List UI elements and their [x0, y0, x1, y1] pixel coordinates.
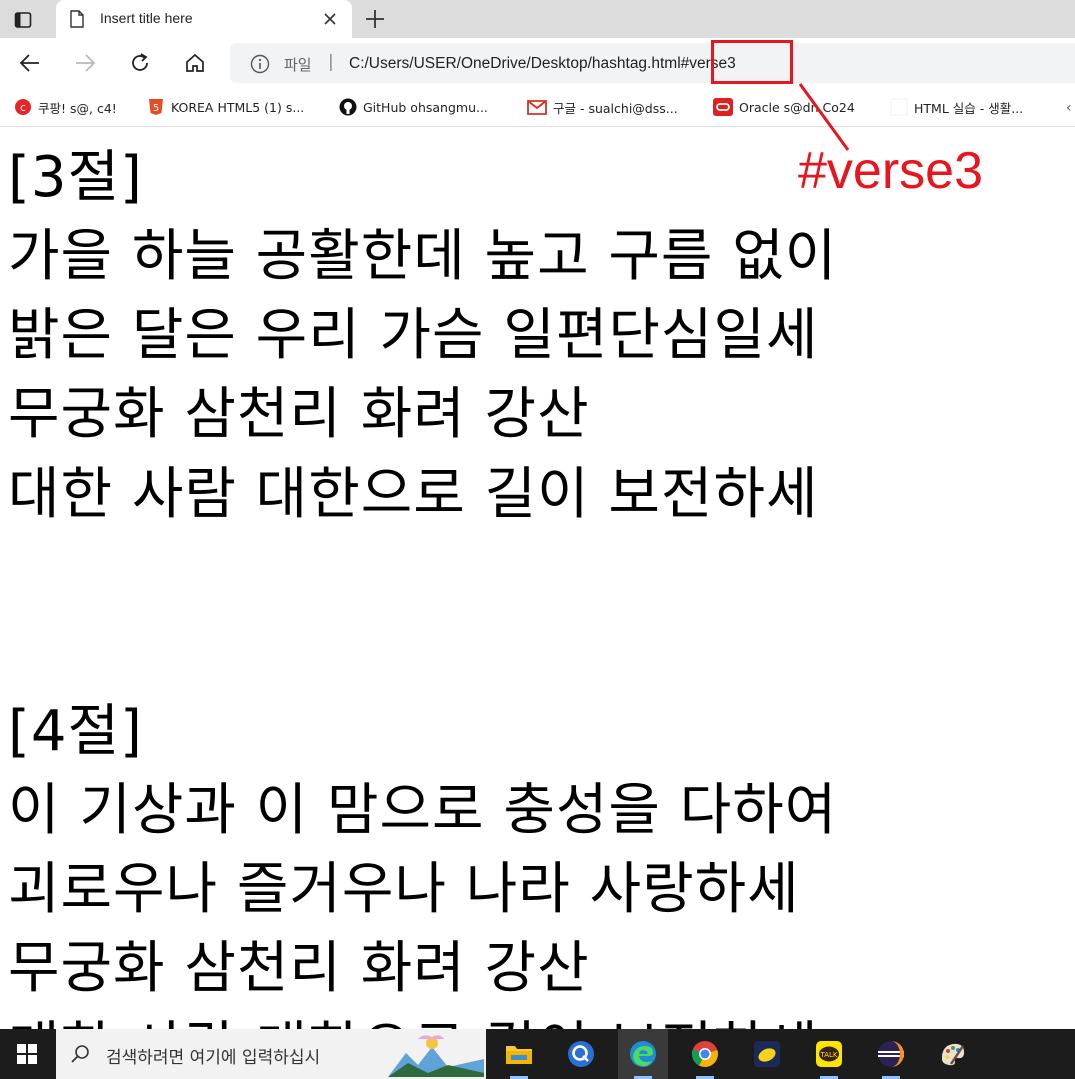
- taskbar-paint[interactable]: [928, 1029, 978, 1079]
- taskbar-q-app[interactable]: [556, 1029, 606, 1079]
- bookmark-coupang[interactable]: c 쿠팡! s@, c4!: [14, 96, 117, 118]
- taskbar-edge[interactable]: [618, 1029, 668, 1079]
- bookmark-gmail[interactable]: 구글 - sualchi@dss...: [527, 96, 678, 118]
- refresh-icon: [132, 53, 148, 71]
- address-bar[interactable]: 파일 | C:/Users/USER/OneDrive/Desktop/hash…: [230, 43, 1075, 83]
- paint-icon: [941, 1043, 965, 1066]
- new-tab-icon[interactable]: [364, 8, 386, 30]
- taskbar-file-explorer[interactable]: [494, 1029, 544, 1079]
- verse3-line-3: 무궁화 삼천리 화려 강산: [8, 382, 590, 447]
- verse3-line-1: 가을 하늘 공활한데 높고 구름 없이: [8, 224, 838, 289]
- html5-icon: 5: [149, 99, 163, 115]
- oracle-icon: [713, 98, 733, 116]
- refresh-button[interactable]: [127, 50, 153, 76]
- kakaotalk-icon: TALK: [816, 1041, 842, 1067]
- taskbar-kakaotalk[interactable]: TALK: [804, 1029, 854, 1079]
- verse4-line-4: 대한 사람 대한으로 길이 보전하세: [8, 1009, 818, 1030]
- blank-page-icon: [890, 98, 908, 116]
- windows-taskbar: 검색하려면 여기에 입력하십시 TALK: [0, 1029, 1075, 1079]
- home-button[interactable]: [182, 50, 208, 76]
- address-separator: |: [328, 52, 334, 72]
- start-button[interactable]: [0, 1029, 54, 1079]
- browser-tab[interactable]: Insert title here: [56, 0, 352, 38]
- page-content: [3절] 가을 하늘 공활한데 높고 구름 없이 밝은 달은 우리 가슴 일편단…: [8, 130, 1075, 1030]
- bookmark-html-practice[interactable]: HTML 실습 - 생활...: [890, 96, 1023, 118]
- taskbar-lemon-app[interactable]: [742, 1029, 792, 1079]
- back-arrow-icon: [19, 54, 39, 72]
- svg-text:5: 5: [153, 103, 159, 114]
- tab-strip: Insert title here: [0, 0, 1075, 38]
- search-placeholder: 검색하려면 여기에 입력하십시: [106, 1048, 321, 1068]
- eclipse-icon: [878, 1041, 904, 1067]
- taskbar-eclipse[interactable]: [866, 1029, 916, 1079]
- search-highlight-illustration-icon: [388, 1033, 484, 1077]
- gmail-icon: [527, 100, 547, 115]
- search-icon: [71, 1045, 89, 1063]
- q-app-icon: [568, 1041, 594, 1067]
- coupang-icon: c: [15, 99, 31, 115]
- verse3-line-4: 대한 사람 대한으로 길이 보전하세: [8, 462, 819, 527]
- info-icon[interactable]: [250, 54, 270, 74]
- windows-logo-icon: [17, 1044, 37, 1064]
- taskbar-chrome[interactable]: [680, 1029, 730, 1079]
- verse4-line-3: 무궁화 삼천리 화려 강산: [8, 936, 590, 1001]
- back-button[interactable]: [17, 50, 43, 76]
- verse3-line-2: 밝은 달은 우리 가슴 일편단심일세: [8, 303, 819, 368]
- kakaotalk-label: TALK: [819, 1051, 837, 1059]
- verse4-line-2: 괴로우나 즐거우나 나라 사랑하세: [8, 857, 800, 922]
- url-text[interactable]: C:/Users/USER/OneDrive/Desktop/hashtag.h…: [349, 55, 736, 73]
- svg-text:c: c: [20, 101, 26, 114]
- taskbar-search-box[interactable]: 검색하려면 여기에 입력하십시: [56, 1029, 486, 1079]
- file-explorer-icon: [506, 1046, 532, 1064]
- verse3-heading: [3절]: [8, 145, 143, 210]
- lemon-app-icon: [754, 1041, 780, 1067]
- url-fragment-highlight-box: [711, 40, 793, 84]
- verse4-heading: [4절]: [8, 699, 143, 764]
- bookmark-korea-html5[interactable]: 5 KOREA HTML5 (1) s...: [147, 96, 304, 118]
- forward-arrow-icon: [76, 54, 96, 72]
- verse4-line-1: 이 기상과 이 맘으로 충성을 다하여: [8, 778, 838, 843]
- chrome-icon: [691, 1041, 718, 1067]
- annotation-label: #verse3: [798, 142, 983, 200]
- bookmarks-bar: c 쿠팡! s@, c4! 5 KOREA HTML5 (1) s... Git…: [0, 88, 1075, 127]
- browser-toolbar: 파일 | C:/Users/USER/OneDrive/Desktop/hash…: [0, 38, 1075, 88]
- home-icon: [186, 53, 204, 72]
- file-scheme-label: 파일: [284, 56, 312, 74]
- vertical-tabs-icon: [14, 12, 32, 28]
- tab-title: Insert title here: [100, 10, 193, 26]
- bookmarks-overflow-chevron-icon[interactable]: ‹: [1066, 100, 1072, 116]
- close-tab-icon[interactable]: [322, 11, 338, 27]
- bookmark-github[interactable]: GitHub ohsangmu...: [339, 96, 488, 118]
- edge-icon: [630, 1041, 656, 1067]
- github-icon: [339, 98, 357, 116]
- bookmark-oracle[interactable]: Oracle s@dn Co24: [713, 96, 855, 118]
- forward-button[interactable]: [72, 50, 98, 76]
- tab-actions-button[interactable]: [6, 7, 40, 33]
- document-icon: [70, 10, 84, 28]
